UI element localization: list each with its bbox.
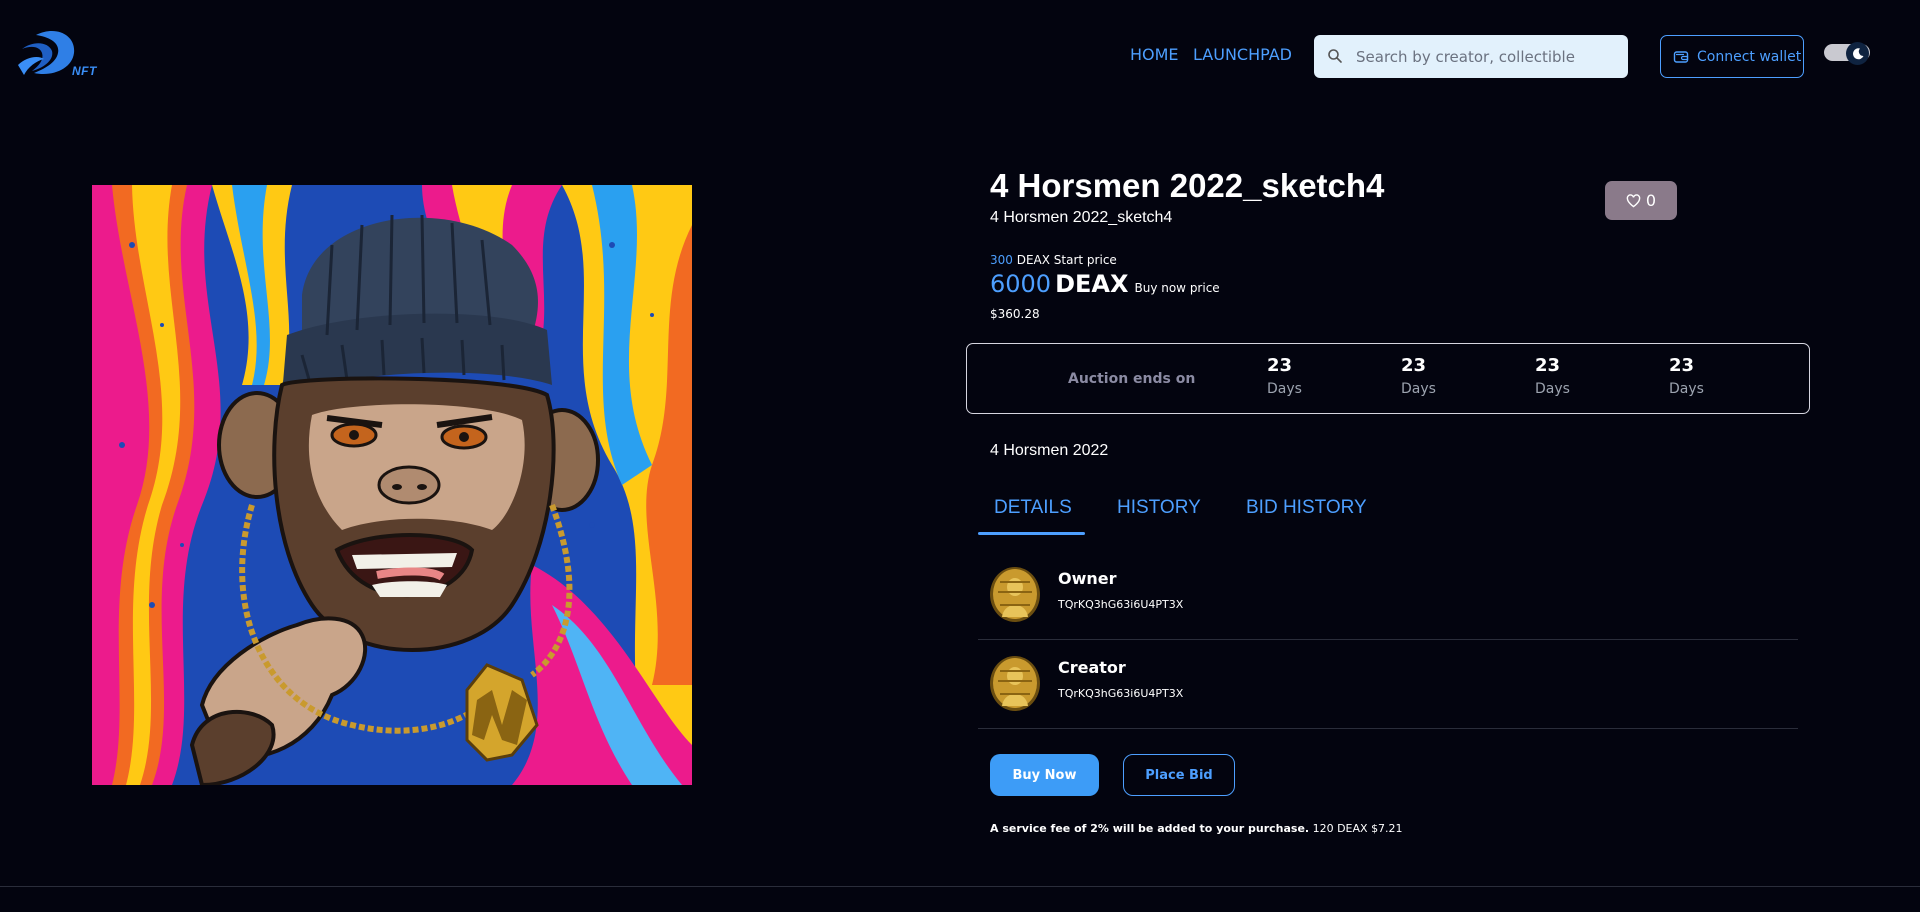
auction-countdown: Auction ends on 23 Days 23 Days 23 Days …: [966, 343, 1810, 414]
avatar: [990, 656, 1040, 711]
service-fee-note: A service fee of 2% will be added to you…: [990, 822, 1403, 835]
start-price: 300 DEAX Start price: [990, 253, 1117, 267]
creator-label: Creator: [1058, 658, 1126, 677]
countdown-unit: 23 Days: [1669, 355, 1749, 397]
countdown-value: 23: [1401, 355, 1427, 376]
place-bid-button[interactable]: Place Bid: [1123, 754, 1235, 796]
connect-wallet-button[interactable]: Connect wallet: [1660, 35, 1804, 78]
buy-now-button[interactable]: Buy Now: [990, 754, 1099, 796]
item-subtitle: 4 Horsmen 2022_sketch4: [990, 209, 1173, 226]
tab-history[interactable]: HISTORY: [1117, 497, 1201, 519]
avatar: [990, 567, 1040, 622]
search-icon: [1328, 49, 1342, 63]
nav-home[interactable]: HOME: [1130, 45, 1179, 64]
start-price-value: 300: [990, 253, 1013, 267]
countdown-unit: 23 Days: [1267, 355, 1347, 397]
collection-name: 4 Horsmen 2022: [990, 442, 1109, 459]
logo-text: NFT: [72, 64, 97, 78]
toggle-thumb: [1846, 42, 1869, 65]
active-tab-indicator: [978, 532, 1085, 535]
tab-bid-history[interactable]: BID HISTORY: [1246, 497, 1367, 519]
fee-text: A service fee of 2% will be added to you…: [990, 822, 1310, 835]
buy-price-label: Buy now price: [1134, 281, 1220, 295]
nft-image: [92, 185, 692, 785]
fee-amount: 120 DEAX $7.21: [1312, 822, 1403, 835]
owner-row[interactable]: Owner TQrKQ3hG63i6U4PT3X: [978, 551, 1798, 640]
creator-row[interactable]: Creator TQrKQ3hG63i6U4PT3X: [978, 640, 1798, 729]
like-button[interactable]: 0: [1605, 181, 1677, 220]
countdown-value: 23: [1669, 355, 1695, 376]
countdown-value: 23: [1267, 355, 1293, 376]
auction-label: Auction ends on: [1068, 371, 1196, 387]
wallet-icon: [1673, 50, 1689, 63]
countdown-label: Days: [1401, 381, 1436, 397]
owner-address: TQrKQ3hG63i6U4PT3X: [1058, 598, 1184, 611]
nav-launchpad[interactable]: LAUNCHPAD: [1193, 45, 1292, 64]
countdown-label: Days: [1669, 381, 1704, 397]
search-input[interactable]: [1356, 35, 1616, 78]
countdown-label: Days: [1267, 381, 1302, 397]
usd-price: $360.28: [990, 307, 1040, 321]
tab-details[interactable]: DETAILS: [994, 497, 1072, 519]
countdown-unit: 23 Days: [1401, 355, 1481, 397]
buy-price-currency: DEAX: [1055, 270, 1129, 298]
heart-icon: [1626, 193, 1641, 207]
search-box[interactable]: [1314, 35, 1628, 78]
countdown-label: Days: [1535, 381, 1570, 397]
countdown-unit: 23 Days: [1535, 355, 1615, 397]
creator-address: TQrKQ3hG63i6U4PT3X: [1058, 687, 1184, 700]
start-price-label: DEAX Start price: [1016, 253, 1117, 267]
footer-divider: [0, 886, 1920, 887]
owner-label: Owner: [1058, 569, 1117, 588]
item-title: 4 Horsmen 2022_sketch4: [990, 167, 1385, 204]
like-count: 0: [1645, 191, 1657, 210]
countdown-value: 23: [1535, 355, 1561, 376]
moon-icon: [1852, 47, 1863, 59]
connect-wallet-label: Connect wallet: [1697, 48, 1802, 65]
buy-price-value: 6000: [990, 270, 1052, 298]
buy-now-price: 6000 DEAX Buy now price: [990, 270, 1220, 298]
theme-toggle[interactable]: [1824, 42, 1872, 65]
